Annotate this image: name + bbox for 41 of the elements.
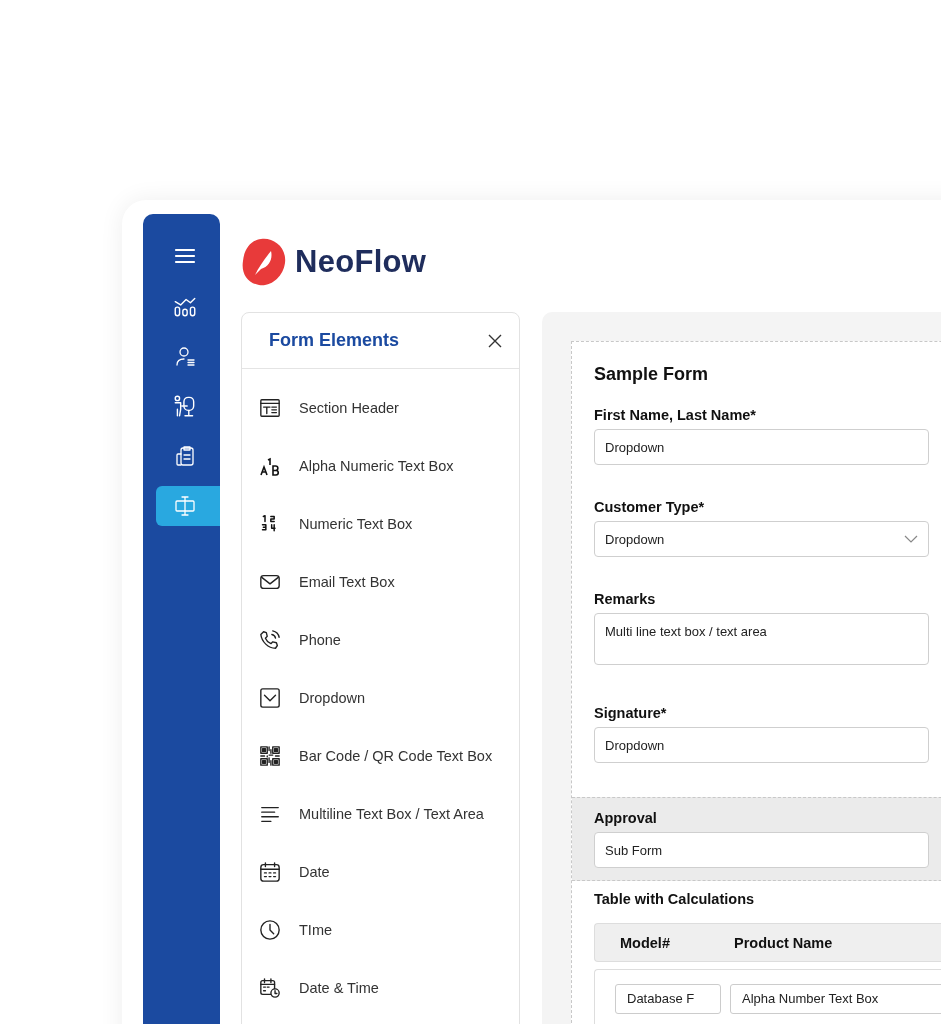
form-element-item[interactable]: Dropdown xyxy=(242,669,519,727)
table-cell-field[interactable]: Database F xyxy=(615,984,721,1014)
input-field[interactable]: Sub Form xyxy=(594,832,929,868)
form-element-item[interactable]: Date xyxy=(242,843,519,901)
table-cell-field[interactable]: Alpha Number Text Box xyxy=(730,984,941,1014)
field-label: Remarks xyxy=(594,591,657,607)
logo-icon xyxy=(241,237,287,287)
text-area[interactable]: Multi line text box / text area xyxy=(594,613,929,665)
column-header: Model# xyxy=(620,934,671,951)
qr-code-icon xyxy=(259,745,281,767)
field-label: Signature* xyxy=(594,705,668,721)
phone-icon xyxy=(259,629,281,651)
form-element-item[interactable]: Section Header xyxy=(242,379,519,437)
form-element-item[interactable]: Bar Code / QR Code Text Box xyxy=(242,727,519,785)
clock-icon xyxy=(259,919,281,941)
input-field[interactable]: Dropdown xyxy=(594,429,929,465)
table-title: Table with Calculations xyxy=(594,891,756,907)
text-field-icon xyxy=(172,494,197,518)
app-name: NeoFlow xyxy=(295,244,427,280)
chevron-down-icon xyxy=(904,535,918,543)
calendar-icon xyxy=(259,861,281,883)
input-field[interactable]: Dropdown xyxy=(594,727,929,763)
form-title: Sample Form xyxy=(594,364,710,385)
form-element-item[interactable]: TIme xyxy=(242,901,519,959)
field-label: First Name, Last Name* xyxy=(594,407,757,423)
close-button[interactable] xyxy=(487,332,503,349)
form-element-item[interactable]: Multiline Text Box / Text Area xyxy=(242,785,519,843)
text-header-icon xyxy=(259,397,281,419)
panel-title: Form Elements xyxy=(269,330,400,351)
form-element-item[interactable]: Date & Time xyxy=(242,959,519,1017)
section-label: Approval xyxy=(594,810,658,826)
dropdown-field[interactable]: Dropdown xyxy=(594,521,929,557)
form-element-item[interactable]: Alpha Numeric Text Box xyxy=(242,437,519,495)
dropdown-icon xyxy=(259,687,281,709)
column-header: Product Name xyxy=(734,934,833,951)
calendar-clock-icon xyxy=(259,977,281,999)
field-label: Customer Type* xyxy=(594,499,706,515)
form-element-item[interactable]: Numeric Text Box xyxy=(242,495,519,553)
alphanumeric-icon xyxy=(259,455,281,477)
form-element-item[interactable]: Phone xyxy=(242,611,519,669)
form-element-item[interactable]: Email Text Box xyxy=(242,553,519,611)
